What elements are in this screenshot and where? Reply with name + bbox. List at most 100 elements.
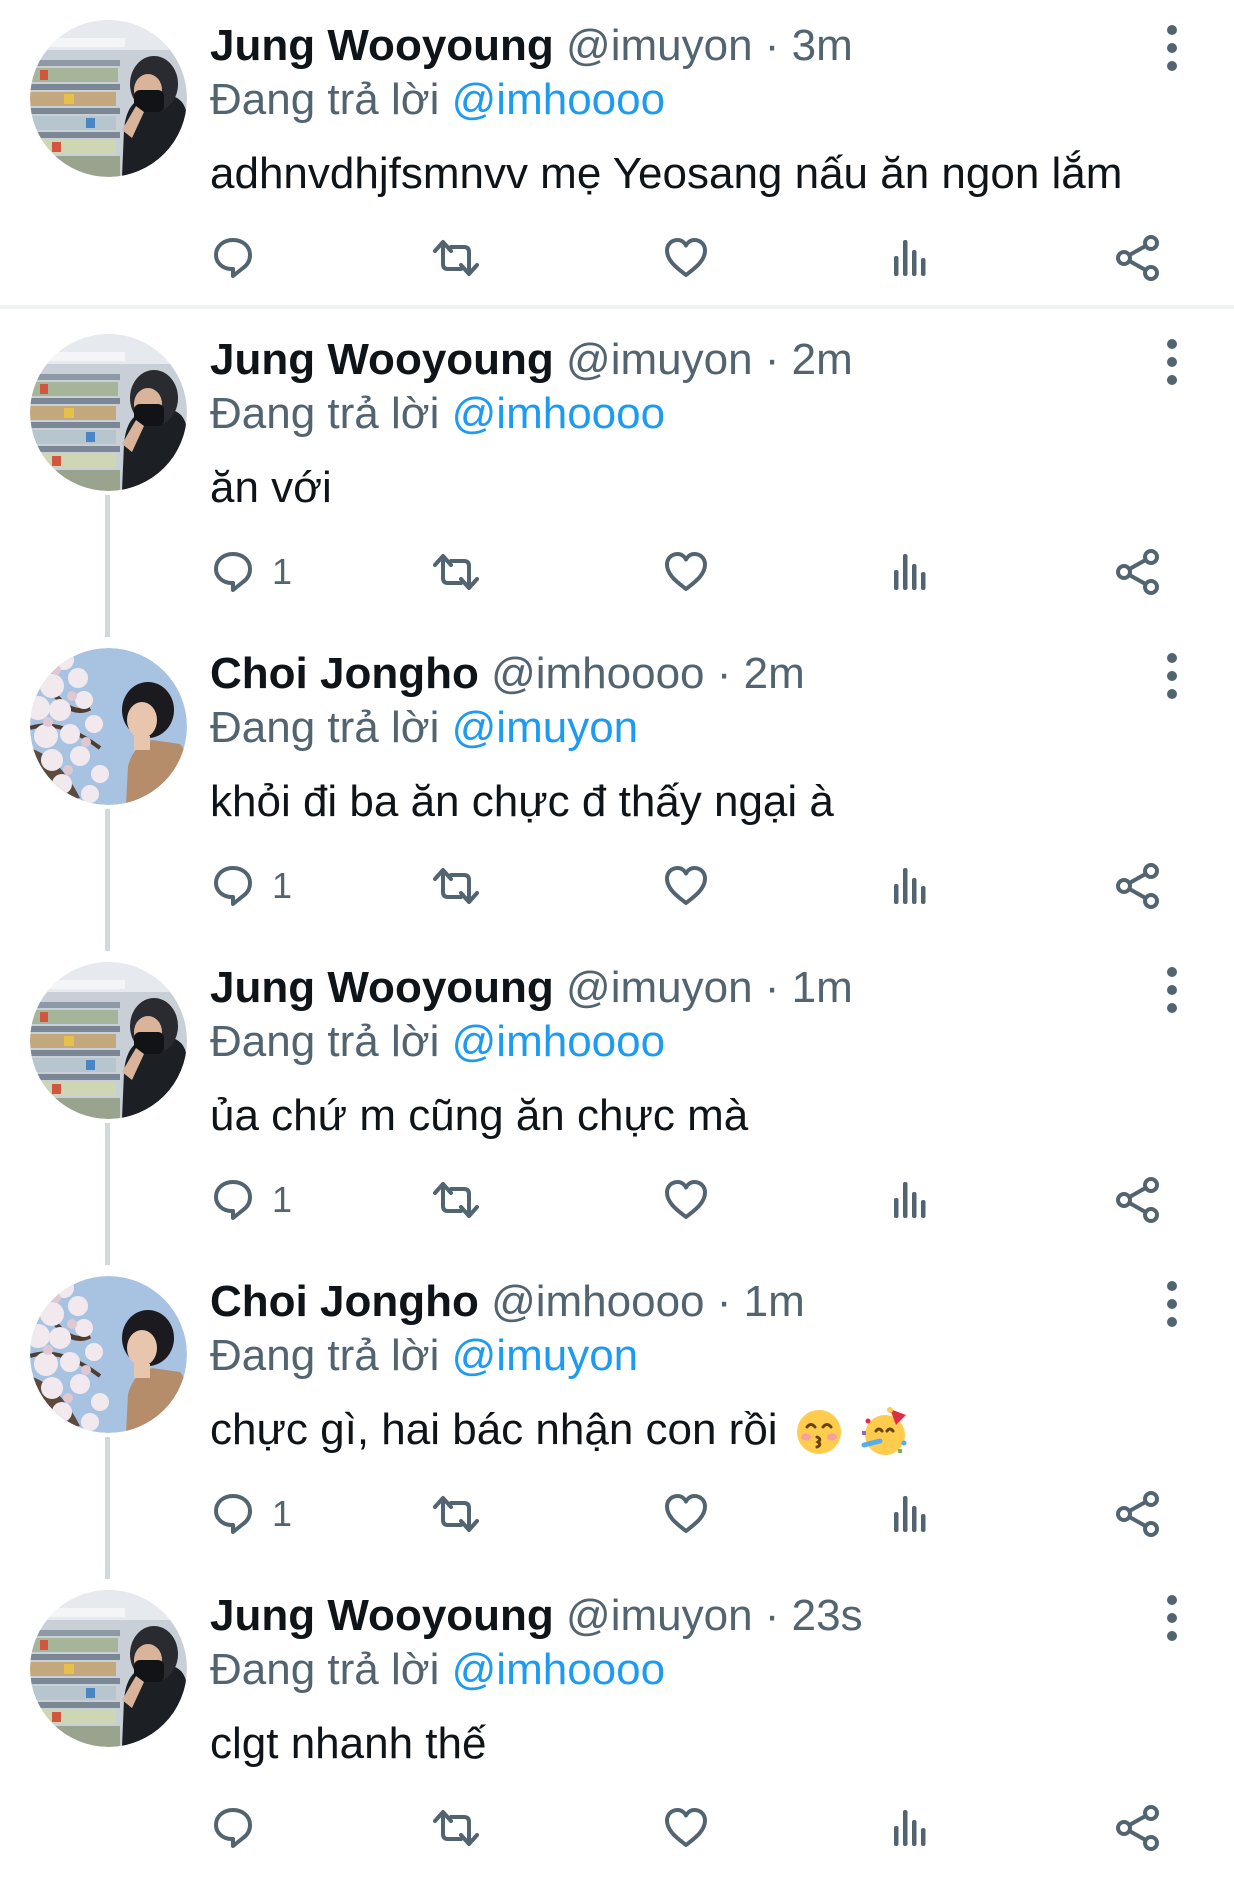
retweet-button[interactable] xyxy=(432,1798,480,1858)
avatar[interactable] xyxy=(30,1590,187,1747)
reply-button[interactable]: 1 xyxy=(210,856,292,916)
share-button[interactable] xyxy=(1114,1484,1162,1544)
more-options-button[interactable] xyxy=(1150,964,1194,1016)
display-name[interactable]: Choi Jongho xyxy=(210,649,479,698)
tweet[interactable]: Jung Wooyoung @imuyon · 23s Đang trả lời… xyxy=(0,1570,1234,1884)
retweet-icon xyxy=(433,1496,479,1532)
user-handle[interactable]: @imuyon xyxy=(566,963,753,1012)
views-button[interactable] xyxy=(888,1170,936,1230)
display-name[interactable]: Jung Wooyoung xyxy=(210,1591,554,1640)
kissing-face-emoji xyxy=(796,1410,841,1455)
display-name[interactable]: Jung Wooyoung xyxy=(210,21,554,70)
mention-link[interactable]: @imuyon xyxy=(452,1331,639,1380)
more-options-button[interactable] xyxy=(1150,1278,1194,1330)
retweet-button[interactable] xyxy=(432,228,480,288)
more-options-button[interactable] xyxy=(1150,22,1194,74)
tweet[interactable]: Choi Jongho @imhoooo · 2m Đang trả lời @… xyxy=(0,628,1234,942)
tweet[interactable]: Jung Wooyoung @imuyon · 1m Đang trả lời … xyxy=(0,942,1234,1256)
timestamp[interactable]: 1m xyxy=(792,963,853,1012)
tweet[interactable]: Choi Jongho @imhoooo · 1m Đang trả lời @… xyxy=(0,1256,1234,1570)
views-icon xyxy=(894,1182,926,1218)
user-handle[interactable]: @imhoooo xyxy=(491,649,704,698)
reply-button[interactable]: 1 xyxy=(210,1484,292,1544)
reply-icon xyxy=(214,238,252,278)
retweet-icon xyxy=(433,240,479,276)
heart-icon xyxy=(665,1180,707,1219)
more-options-button[interactable] xyxy=(1150,1592,1194,1644)
views-button[interactable] xyxy=(888,856,936,916)
share-icon xyxy=(1116,863,1159,909)
user-handle[interactable]: @imuyon xyxy=(566,335,753,384)
reply-button[interactable]: 1 xyxy=(210,1170,292,1230)
reply-button[interactable]: 1 xyxy=(210,542,292,602)
views-button[interactable] xyxy=(888,542,936,602)
retweet-button[interactable] xyxy=(432,542,480,602)
heart-icon xyxy=(665,552,707,591)
like-button[interactable] xyxy=(662,1798,710,1858)
tweet[interactable]: Jung Wooyoung @imuyon · 2m Đang trả lời … xyxy=(0,314,1234,628)
replying-to-line: Đang trả lời @imhoooo xyxy=(210,74,665,126)
share-button[interactable] xyxy=(1114,542,1162,602)
mention-link[interactable]: @imhoooo xyxy=(452,1645,665,1694)
timestamp[interactable]: 3m xyxy=(792,21,853,70)
heart-icon xyxy=(665,866,707,905)
avatar[interactable] xyxy=(30,20,187,177)
more-options-button[interactable] xyxy=(1150,336,1194,388)
retweet-button[interactable] xyxy=(432,1484,480,1544)
timestamp[interactable]: 2m xyxy=(744,649,805,698)
tweet-text-content: chực gì, hai bác nhận con rồi xyxy=(210,1405,778,1454)
tweet-header: Jung Wooyoung @imuyon · 23s xyxy=(210,1590,863,1642)
user-handle[interactable]: @imhoooo xyxy=(491,1277,704,1326)
reply-button[interactable] xyxy=(210,1798,272,1858)
replying-to-label: Đang trả lời xyxy=(210,703,440,752)
views-button[interactable] xyxy=(888,228,936,288)
avatar[interactable] xyxy=(30,1276,187,1433)
retweet-button[interactable] xyxy=(432,1170,480,1230)
share-button[interactable] xyxy=(1114,228,1162,288)
timestamp[interactable]: 2m xyxy=(792,335,853,384)
like-button[interactable] xyxy=(662,1170,710,1230)
tweet-text: ủa chứ m cũng ăn chực mà xyxy=(210,1091,749,1140)
tweet-header: Jung Wooyoung @imuyon · 1m xyxy=(210,962,853,1014)
tweet-text: chực gì, hai bác nhận con rồi xyxy=(210,1402,910,1458)
share-button[interactable] xyxy=(1114,1798,1162,1858)
mention-link[interactable]: @imhoooo xyxy=(452,75,665,124)
more-options-icon xyxy=(1167,25,1177,71)
heart-icon xyxy=(665,238,707,277)
tweet-header: Choi Jongho @imhoooo · 2m xyxy=(210,648,805,700)
reply-button[interactable] xyxy=(210,228,272,288)
avatar[interactable] xyxy=(30,962,187,1119)
tweet-actions xyxy=(210,228,1190,288)
more-options-button[interactable] xyxy=(1150,650,1194,702)
replying-to-label: Đang trả lời xyxy=(210,75,440,124)
views-icon xyxy=(894,1810,926,1846)
separator-dot: · xyxy=(764,335,780,384)
like-button[interactable] xyxy=(662,1484,710,1544)
reply-icon xyxy=(214,1494,252,1534)
more-options-icon xyxy=(1167,653,1177,699)
user-handle[interactable]: @imuyon xyxy=(566,21,753,70)
mention-link[interactable]: @imhoooo xyxy=(452,389,665,438)
views-button[interactable] xyxy=(888,1798,936,1858)
separator-dot: · xyxy=(764,1591,780,1640)
separator-dot: · xyxy=(764,963,780,1012)
retweet-button[interactable] xyxy=(432,856,480,916)
like-button[interactable] xyxy=(662,228,710,288)
share-button[interactable] xyxy=(1114,856,1162,916)
like-button[interactable] xyxy=(662,542,710,602)
mention-link[interactable]: @imuyon xyxy=(452,703,639,752)
like-button[interactable] xyxy=(662,856,710,916)
display-name[interactable]: Jung Wooyoung xyxy=(210,963,554,1012)
views-button[interactable] xyxy=(888,1484,936,1544)
timestamp[interactable]: 23s xyxy=(792,1591,863,1640)
display-name[interactable]: Choi Jongho xyxy=(210,1277,479,1326)
mention-link[interactable]: @imhoooo xyxy=(452,1017,665,1066)
share-button[interactable] xyxy=(1114,1170,1162,1230)
avatar[interactable] xyxy=(30,648,187,805)
avatar[interactable] xyxy=(30,334,187,491)
tweet[interactable]: Jung Wooyoung @imuyon · 3m Đang trả lời … xyxy=(0,0,1234,314)
user-handle[interactable]: @imuyon xyxy=(566,1591,753,1640)
display-name[interactable]: Jung Wooyoung xyxy=(210,335,554,384)
replying-to-line: Đang trả lời @imuyon xyxy=(210,702,638,754)
timestamp[interactable]: 1m xyxy=(744,1277,805,1326)
